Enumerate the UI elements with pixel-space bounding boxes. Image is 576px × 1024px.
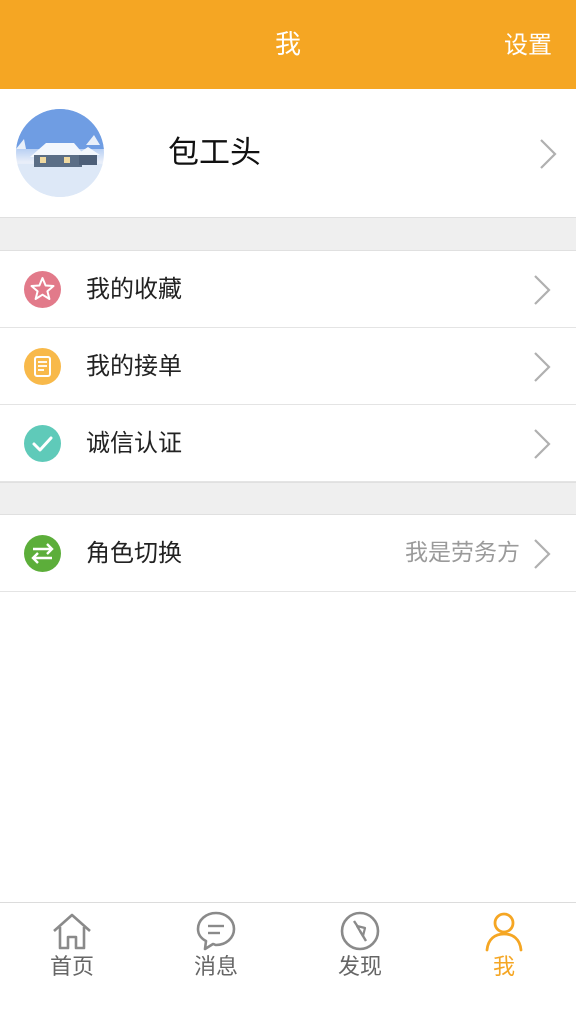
check-icon [24, 425, 61, 462]
tab-home[interactable]: 首页 [0, 903, 144, 993]
menu-item-label: 我的接单 [86, 352, 182, 380]
top-bar: 我 设置 [0, 0, 576, 89]
tab-label: 发现 [337, 955, 382, 980]
menu-item-label: 我的收藏 [86, 275, 182, 303]
home-icon [53, 913, 91, 950]
profile-name: 包工头 [168, 135, 261, 171]
chevron-right-icon [534, 429, 551, 459]
tab-messages[interactable]: 消息 [144, 903, 288, 993]
current-role-value: 我是劳务方 [405, 540, 520, 566]
star-icon [24, 271, 61, 308]
chevron-right-icon [534, 539, 551, 569]
menu-item-orders[interactable]: 我的接单 [0, 328, 576, 405]
section-divider [0, 218, 576, 251]
menu-item-label: 角色切换 [86, 539, 182, 567]
menu-item-label: 诚信认证 [86, 429, 182, 457]
chevron-right-icon [534, 352, 551, 382]
tab-me[interactable]: 我 [432, 903, 576, 993]
chevron-right-icon [540, 139, 557, 169]
section-divider [0, 482, 576, 515]
user-icon [485, 912, 523, 952]
tab-label: 我 [492, 955, 515, 980]
switch-icon [24, 535, 61, 572]
profile-card[interactable]: 包工头 [0, 89, 576, 218]
avatar [16, 109, 104, 197]
tab-discover[interactable]: 发现 [288, 903, 432, 993]
order-icon [24, 348, 61, 385]
message-icon [196, 911, 236, 951]
tab-label: 消息 [193, 955, 238, 980]
menu-item-verification[interactable]: 诚信认证 [0, 405, 576, 482]
page-title: 我 [274, 30, 301, 60]
menu-item-role-switch[interactable]: 角色切换 我是劳务方 [0, 515, 576, 592]
menu-item-favorites[interactable]: 我的收藏 [0, 251, 576, 328]
bottom-tab-bar: 首页 消息 发现 我 [0, 902, 576, 1024]
settings-button[interactable]: 设置 [504, 29, 552, 61]
tab-label: 首页 [49, 955, 94, 980]
chevron-right-icon [534, 275, 551, 305]
compass-icon [340, 911, 380, 951]
